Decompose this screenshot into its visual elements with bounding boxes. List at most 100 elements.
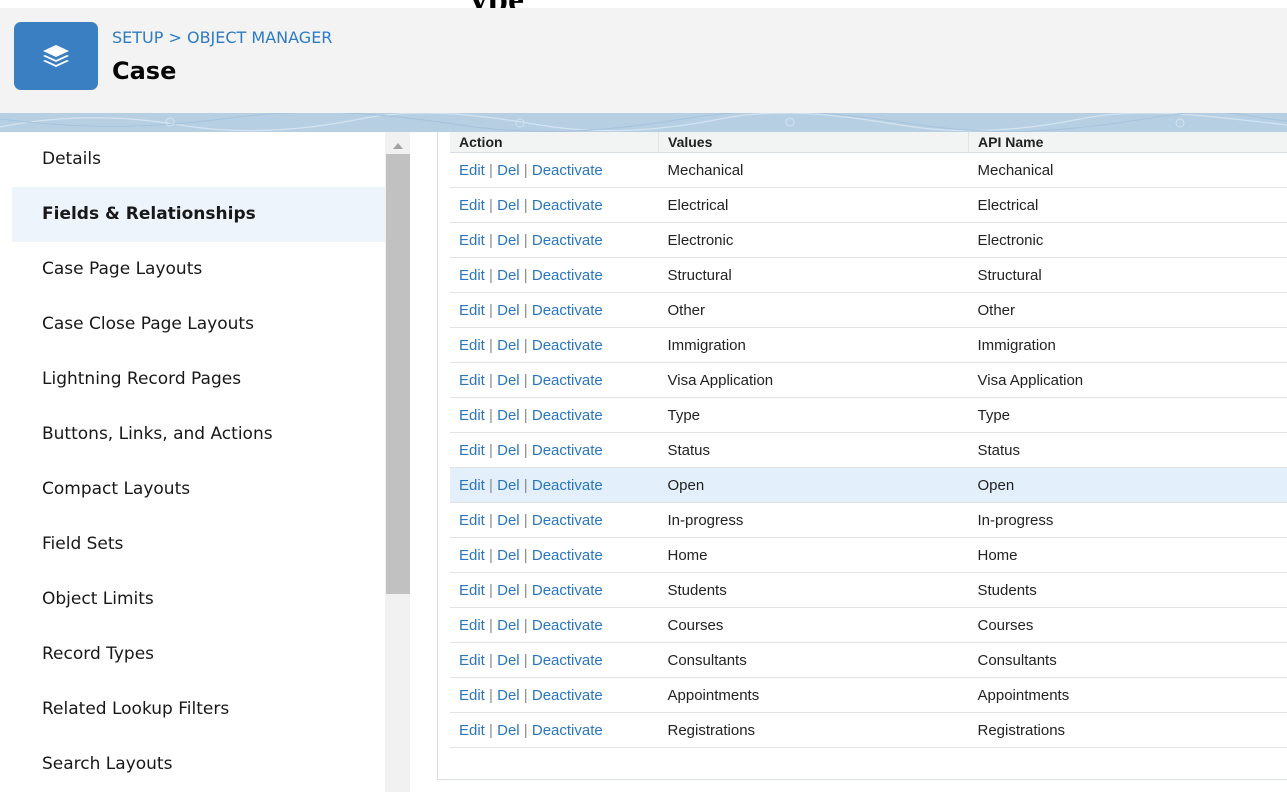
table-row: Edit | Del | Deactivate Registrations Regi… <box>450 712 1287 748</box>
deactivate-link[interactable]: Deactivate <box>532 232 603 249</box>
sidebar-item-record-types[interactable]: Record Types <box>12 627 385 682</box>
deactivate-link[interactable]: Deactivate <box>532 442 603 459</box>
layers-icon <box>43 45 69 67</box>
decorative-band <box>0 113 1287 132</box>
table-row: Edit | Del | Deactivate Appointments Appoi… <box>450 677 1287 713</box>
edit-link[interactable]: Edit <box>459 337 485 354</box>
value-cell: Other <box>658 292 969 328</box>
delete-link[interactable]: Del <box>497 722 520 739</box>
edit-link[interactable]: Edit <box>459 232 485 249</box>
deactivate-link[interactable]: Deactivate <box>532 162 603 179</box>
scrollbar-thumb[interactable] <box>386 154 410 594</box>
sidebar-item-related-lookup-filters[interactable]: Related Lookup Filters <box>12 682 385 737</box>
delete-link[interactable]: Del <box>497 687 520 704</box>
deactivate-link[interactable]: Deactivate <box>532 547 603 564</box>
deactivate-link[interactable]: Deactivate <box>532 407 603 424</box>
delete-link[interactable]: Del <box>497 302 520 319</box>
sidebar-item-lightning-record-pages[interactable]: Lightning Record Pages <box>12 352 385 407</box>
deactivate-link[interactable]: Deactivate <box>532 722 603 739</box>
delete-link[interactable]: Del <box>497 547 520 564</box>
edit-link[interactable]: Edit <box>459 197 485 214</box>
edit-link[interactable]: Edit <box>459 687 485 704</box>
table-row: Edit | Del | Deactivate In-progress In-pro… <box>450 502 1287 538</box>
deactivate-link[interactable]: Deactivate <box>532 652 603 669</box>
delete-link[interactable]: Del <box>497 512 520 529</box>
sidebar-item-compact-layouts[interactable]: Compact Layouts <box>12 462 385 517</box>
api-name-cell: Electrical <box>968 187 1287 223</box>
api-name-cell: Consultants <box>968 642 1287 678</box>
deactivate-link[interactable]: Deactivate <box>532 687 603 704</box>
sidebar-item-search-layouts[interactable]: Search Layouts <box>12 737 385 792</box>
delete-link[interactable]: Del <box>497 372 520 389</box>
deactivate-link[interactable]: Deactivate <box>532 372 603 389</box>
delete-link[interactable]: Del <box>497 617 520 634</box>
edit-link[interactable]: Edit <box>459 372 485 389</box>
api-name-cell: Appointments <box>968 677 1287 713</box>
action-separator: | <box>489 686 493 704</box>
table-body: Edit | Del | Deactivate Mechanical Mechani… <box>450 152 1287 748</box>
action-separator: | <box>523 301 528 319</box>
edit-link[interactable]: Edit <box>459 267 485 284</box>
edit-link[interactable]: Edit <box>459 442 485 459</box>
api-name-cell: Mechanical <box>968 152 1287 188</box>
action-cell: Edit | Del | Deactivate <box>450 257 659 293</box>
edit-link[interactable]: Edit <box>459 582 485 599</box>
action-cell: Edit | Del | Deactivate <box>450 327 659 363</box>
scroll-up-arrow-icon[interactable] <box>393 143 403 149</box>
table-row: Edit | Del | Deactivate Structural Structu… <box>450 257 1287 293</box>
sidebar-item-fields-relationships[interactable]: Fields & Relationships <box>12 187 385 242</box>
deactivate-link[interactable]: Deactivate <box>532 337 603 354</box>
edit-link[interactable]: Edit <box>459 652 485 669</box>
delete-link[interactable]: Del <box>497 162 520 179</box>
edit-link[interactable]: Edit <box>459 302 485 319</box>
value-cell: Structural <box>658 257 969 293</box>
value-cell: Visa Application <box>658 362 969 398</box>
edit-link[interactable]: Edit <box>459 477 485 494</box>
delete-link[interactable]: Del <box>497 582 520 599</box>
value-cell: Electrical <box>658 187 969 223</box>
column-header-values: Values <box>658 132 969 153</box>
action-separator: | <box>489 266 493 284</box>
api-name-cell: Other <box>968 292 1287 328</box>
action-cell: Edit | Del | Deactivate <box>450 397 659 433</box>
delete-link[interactable]: Del <box>497 407 520 424</box>
table-row: Edit | Del | Deactivate Electrical Electri… <box>450 187 1287 223</box>
page-heading-fragment: ype <box>0 0 1287 8</box>
sidebar-item-object-limits[interactable]: Object Limits <box>12 572 385 627</box>
sidebar-item-case-close-page-layouts[interactable]: Case Close Page Layouts <box>12 297 385 352</box>
action-separator: | <box>523 686 528 704</box>
deactivate-link[interactable]: Deactivate <box>532 512 603 529</box>
edit-link[interactable]: Edit <box>459 547 485 564</box>
delete-link[interactable]: Del <box>497 337 520 354</box>
deactivate-link[interactable]: Deactivate <box>532 617 603 634</box>
sidebar-item-buttons-links-actions[interactable]: Buttons, Links, and Actions <box>12 407 385 462</box>
deactivate-link[interactable]: Deactivate <box>532 267 603 284</box>
edit-link[interactable]: Edit <box>459 512 485 529</box>
sidebar-item-case-page-layouts[interactable]: Case Page Layouts <box>12 242 385 297</box>
deactivate-link[interactable]: Deactivate <box>532 582 603 599</box>
picklist-values-table: Action Values API Name Edit | Del | Deac… <box>450 132 1287 748</box>
delete-link[interactable]: Del <box>497 267 520 284</box>
deactivate-link[interactable]: Deactivate <box>532 302 603 319</box>
value-cell: Type <box>658 397 969 433</box>
edit-link[interactable]: Edit <box>459 722 485 739</box>
action-cell: Edit | Del | Deactivate <box>450 502 659 538</box>
deactivate-link[interactable]: Deactivate <box>532 197 603 214</box>
delete-link[interactable]: Del <box>497 197 520 214</box>
edit-link[interactable]: Edit <box>459 162 485 179</box>
delete-link[interactable]: Del <box>497 652 520 669</box>
table-row: Edit | Del | Deactivate Consultants Consul… <box>450 642 1287 678</box>
sidebar-item-details[interactable]: Details <box>12 132 385 187</box>
sidebar-item-field-sets[interactable]: Field Sets <box>12 517 385 572</box>
page-heading-text: ype <box>470 0 524 8</box>
delete-link[interactable]: Del <box>497 477 520 494</box>
action-cell: Edit | Del | Deactivate <box>450 642 659 678</box>
api-name-cell: In-progress <box>968 502 1287 538</box>
edit-link[interactable]: Edit <box>459 407 485 424</box>
edit-link[interactable]: Edit <box>459 617 485 634</box>
sidebar-scrollbar[interactable] <box>385 132 410 792</box>
breadcrumb[interactable]: SETUP > OBJECT MANAGER <box>112 28 332 47</box>
delete-link[interactable]: Del <box>497 232 520 249</box>
delete-link[interactable]: Del <box>497 442 520 459</box>
deactivate-link[interactable]: Deactivate <box>532 477 603 494</box>
